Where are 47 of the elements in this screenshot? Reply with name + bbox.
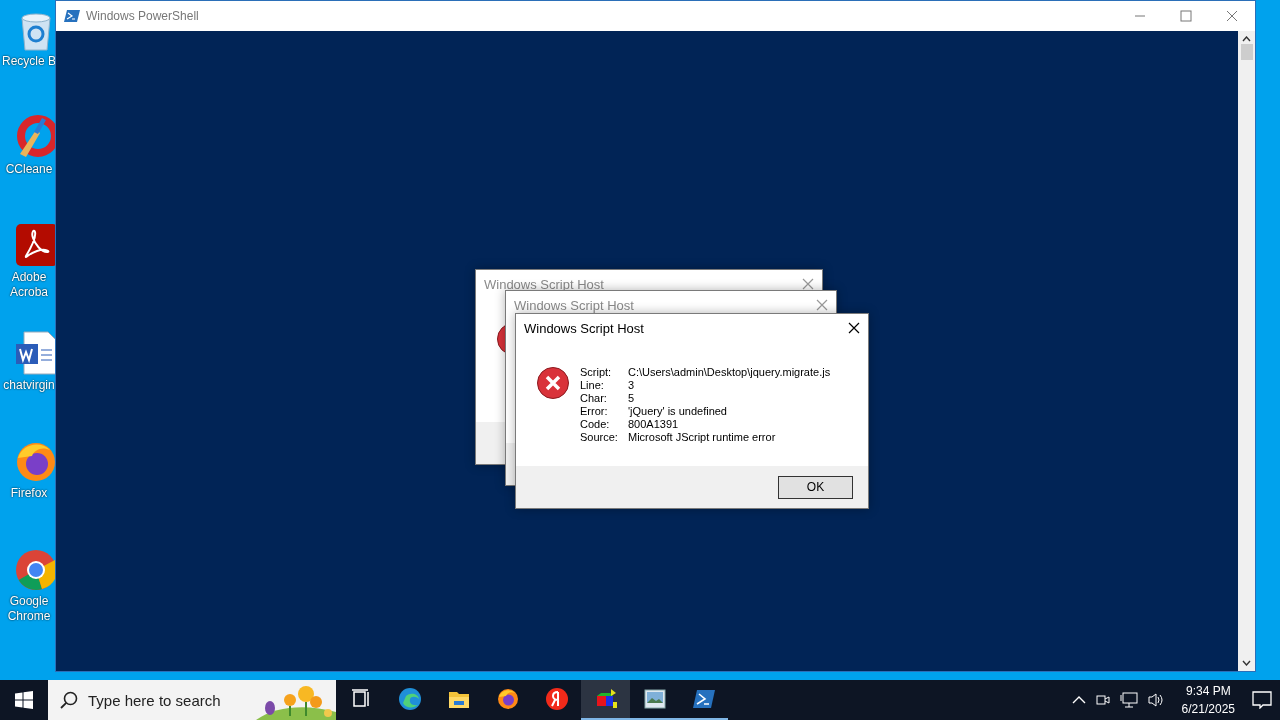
field-label: Script:: [580, 366, 613, 379]
windows-start-icon[interactable]: [15, 691, 33, 709]
search-input[interactable]: Type here to search: [88, 691, 248, 709]
close-icon[interactable]: [848, 322, 860, 334]
edge-icon[interactable]: [397, 687, 422, 711]
chevron-up-icon[interactable]: [1071, 695, 1086, 705]
field-label: Error:: [580, 405, 609, 418]
search-icon: [60, 691, 78, 709]
window-title: Windows PowerShell: [86, 9, 200, 23]
field-value: Microsoft JScript runtime error: [628, 431, 777, 444]
field-value: 3: [628, 379, 636, 392]
clock-time[interactable]: 9:34 PM: [1185, 682, 1231, 700]
field-value: 5: [628, 392, 636, 405]
field-value: 'jQuery' is undefined: [628, 405, 728, 418]
ok-button[interactable]: OK: [778, 475, 853, 499]
dialog-title: Windows Script Host: [514, 297, 634, 313]
yandex-icon[interactable]: [544, 687, 569, 711]
error-icon: [536, 366, 570, 400]
speaker-icon[interactable]: [1146, 692, 1165, 708]
field-label: Code:: [580, 418, 611, 431]
scrollbar[interactable]: [1238, 31, 1255, 671]
field-value: 800A1391: [628, 418, 680, 431]
field-value: C:\Users\admin\Desktop\jquery.migrate.js: [628, 366, 831, 379]
dialog-title: Windows Script Host: [484, 276, 604, 292]
field-label: Char:: [580, 392, 608, 405]
search-box[interactable]: Type here to search: [48, 680, 336, 720]
icon-label: CCleane: [4, 162, 54, 177]
icon-label: Google Chrome: [6, 594, 52, 624]
powershell-icon: [64, 9, 80, 23]
powershell-icon[interactable]: [691, 687, 716, 711]
icon-label: Recycle B: [1, 54, 57, 69]
network-icon[interactable]: [1119, 692, 1138, 708]
notification-icon[interactable]: [1252, 691, 1272, 709]
dialog-title: Windows Script Host: [524, 320, 644, 336]
scroll-down-icon[interactable]: [1242, 660, 1251, 666]
icon-label: chatvirgin: [2, 378, 56, 393]
scroll-up-icon[interactable]: [1242, 36, 1251, 42]
maximize-icon[interactable]: [1180, 10, 1192, 22]
field-label: Source:: [580, 431, 619, 444]
icon-label: Firefox: [9, 486, 49, 501]
image-viewer-icon[interactable]: [642, 687, 667, 711]
icon-label: Adobe Acroba: [9, 270, 49, 300]
scroll-thumb[interactable]: [1240, 44, 1253, 60]
firefox-icon[interactable]: [495, 687, 520, 711]
field-label: Line:: [580, 379, 605, 392]
camera-icon[interactable]: [1094, 692, 1111, 708]
clock-date[interactable]: 6/21/2025: [1181, 700, 1235, 718]
